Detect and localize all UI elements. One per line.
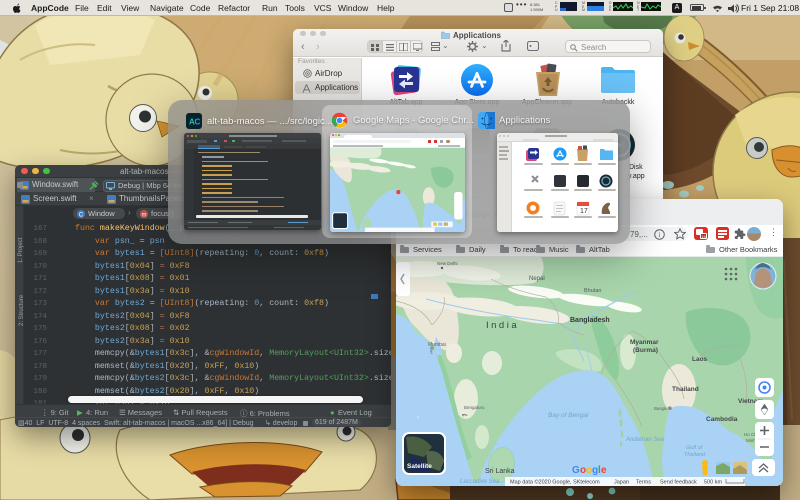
svg-text:C: C xyxy=(195,118,201,127)
svg-text:New Delhi: New Delhi xyxy=(437,261,458,266)
svg-text:Sri Lanka: Sri Lanka xyxy=(485,468,515,475)
svg-text:m: m xyxy=(142,212,147,218)
svg-text:Andaman Sea: Andaman Sea xyxy=(625,437,665,443)
svg-text:Send feedback: Send feedback xyxy=(660,480,697,486)
svg-text:Bangladesh: Bangladesh xyxy=(570,317,610,324)
svg-text:Bay of Bengal: Bay of Bengal xyxy=(548,412,589,419)
svg-text:Thailand: Thailand xyxy=(672,386,699,393)
svg-text:Laos: Laos xyxy=(692,356,708,363)
svg-text:C: C xyxy=(79,212,84,218)
svg-text:Cambodia: Cambodia xyxy=(706,416,738,423)
svg-text:Thailand: Thailand xyxy=(684,452,706,458)
svg-text:17: 17 xyxy=(580,208,588,215)
svg-text:G: G xyxy=(572,465,580,476)
svg-text:Satellite: Satellite xyxy=(407,463,432,470)
svg-text:500 km: 500 km xyxy=(704,480,722,486)
svg-text:Map data ©2020 Google, SKtelec: Map data ©2020 Google, SKtelecom xyxy=(510,479,600,486)
svg-text:Bengaluru: Bengaluru xyxy=(464,405,485,410)
svg-text:ಘಲ: ಘಲ xyxy=(462,412,468,417)
svg-text:Japan: Japan xyxy=(614,480,629,486)
svg-text:Terms: Terms xyxy=(636,480,651,486)
svg-text:Mumbai: Mumbai xyxy=(428,342,446,348)
svg-text:Laccadive Sea: Laccadive Sea xyxy=(460,479,500,485)
svg-text:(Burma): (Burma) xyxy=(633,347,658,354)
svg-text:Bhutan: Bhutan xyxy=(584,288,601,294)
svg-text:Nepal: Nepal xyxy=(529,276,545,282)
svg-text:i: i xyxy=(659,231,661,239)
svg-text:Minh: Minh xyxy=(746,438,756,443)
svg-text:Gulf of: Gulf of xyxy=(686,445,703,451)
svg-text:India: India xyxy=(486,320,519,331)
svg-text:e: e xyxy=(601,465,607,476)
svg-text:Myanmar: Myanmar xyxy=(630,339,659,346)
